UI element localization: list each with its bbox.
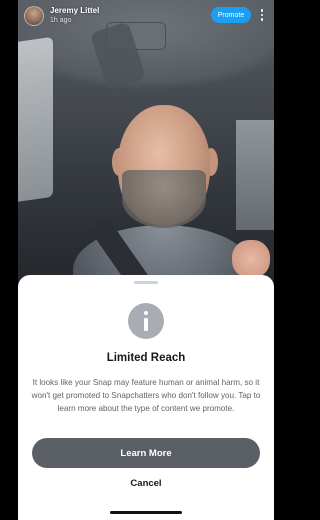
username[interactable]: Jeremy Littel [50, 6, 99, 15]
post-header: Jeremy Littel 1h ago Promote [18, 0, 274, 34]
snap-video[interactable] [18, 0, 274, 285]
home-indicator [110, 511, 182, 514]
drag-handle[interactable] [134, 281, 158, 284]
sheet-body-text: It looks like your Snap may feature huma… [31, 378, 261, 413]
post-timestamp: 1h ago [50, 17, 72, 24]
promote-button[interactable]: Promote [211, 7, 251, 23]
avatar[interactable] [24, 6, 44, 26]
info-icon [128, 303, 164, 339]
person-beard [122, 170, 206, 228]
car-window-right [236, 120, 274, 230]
limited-reach-sheet: Limited Reach It looks like your Snap ma… [18, 275, 274, 520]
learn-more-button[interactable]: Learn More [32, 438, 260, 468]
sheet-title: Limited Reach [106, 352, 186, 364]
more-vertical-icon[interactable] [256, 7, 268, 23]
person-hand [232, 240, 270, 278]
cancel-button[interactable]: Cancel [96, 475, 196, 493]
snap-viewer: Jeremy Littel 1h ago Promote Limited Rea… [18, 0, 274, 520]
car-window-left [18, 36, 53, 204]
